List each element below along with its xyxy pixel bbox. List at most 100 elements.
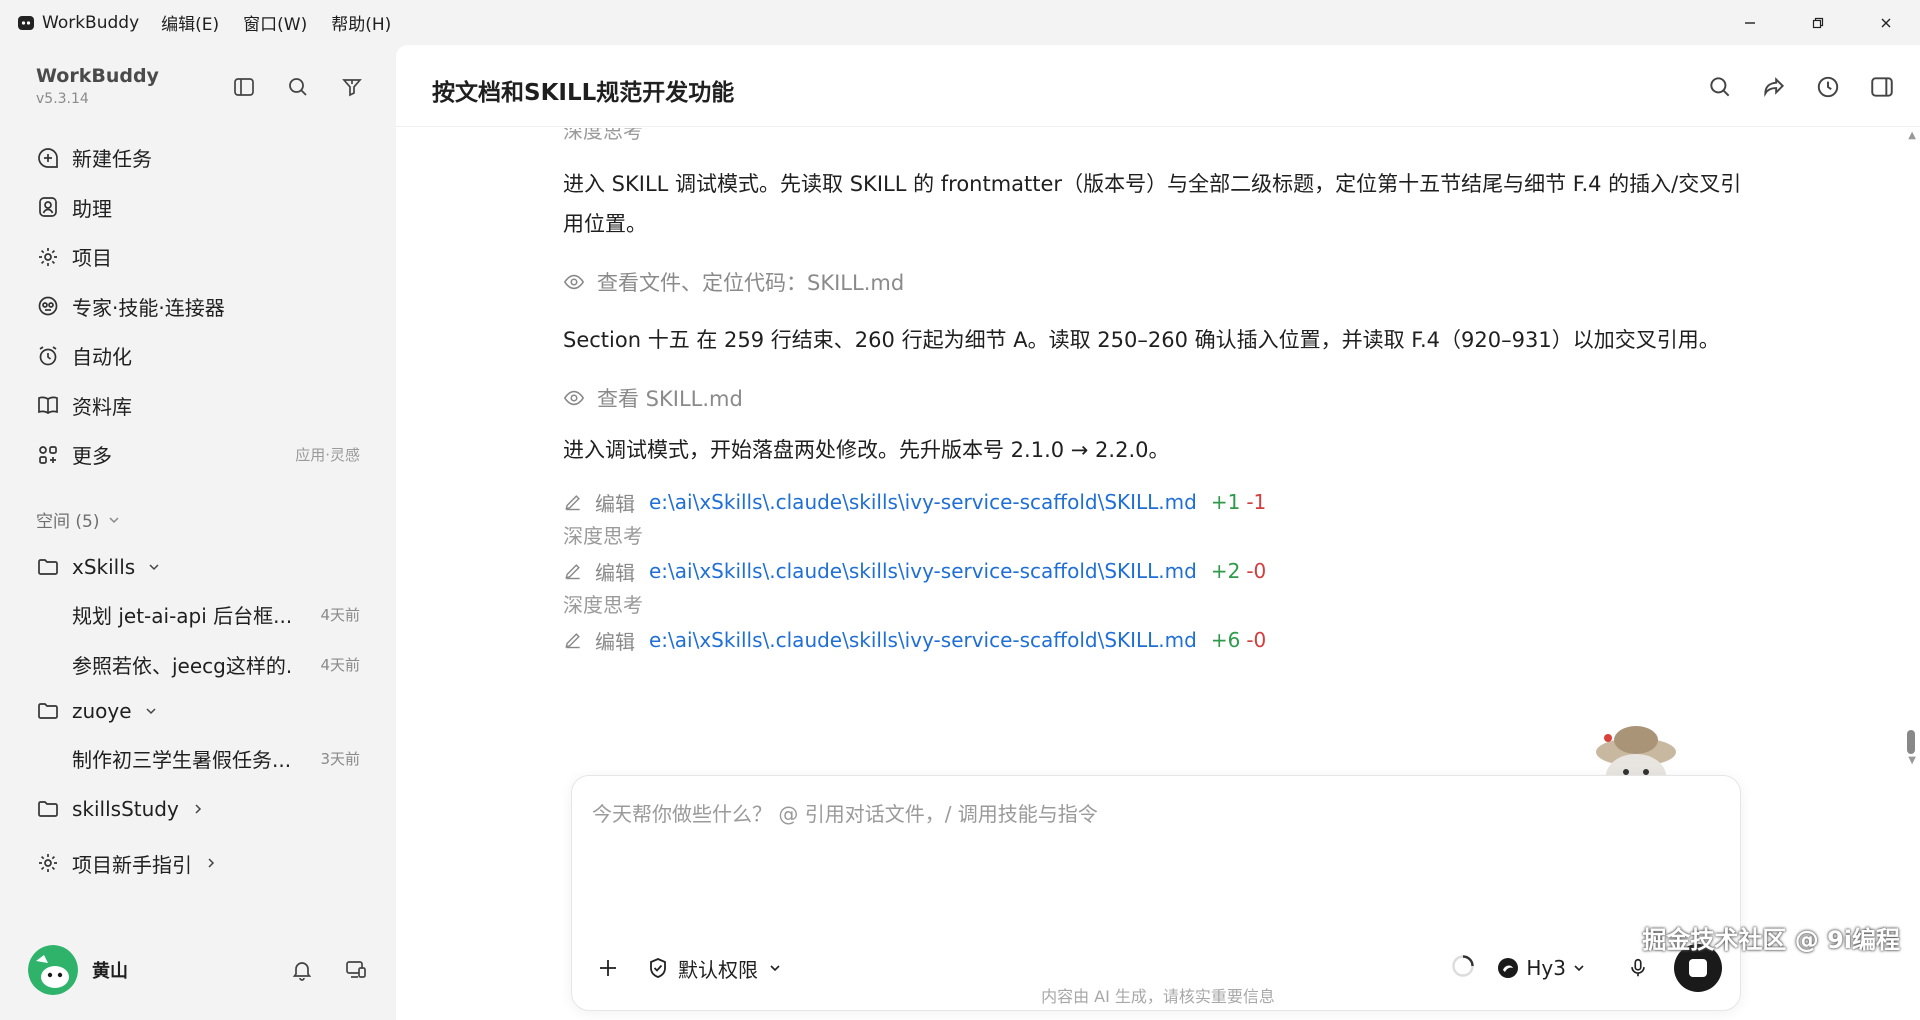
folder-skillsstudy[interactable]: skillsStudy	[26, 787, 370, 831]
nav-label: 更多	[72, 444, 112, 469]
folder-xskills[interactable]: xSkills	[26, 545, 370, 589]
share-button[interactable]	[1760, 73, 1788, 101]
chevron-down-icon	[770, 965, 780, 972]
new-task-icon	[38, 147, 58, 168]
version-label: v5.3.14	[36, 91, 89, 107]
restore-button[interactable]	[1784, 0, 1852, 45]
nav-expert[interactable]: 专家·技能·连接器	[26, 282, 370, 332]
diff-additions: +2	[1210, 559, 1241, 583]
tool-call-view[interactable]: 查看 SKILL.md	[563, 378, 1753, 418]
chevron-down-icon	[109, 516, 120, 523]
scrollbar-thumb[interactable]	[1907, 730, 1915, 754]
task-title: 规划 jet-ai-api 后台框...	[72, 603, 290, 628]
tool-call-text: 查看 SKILL.md	[597, 387, 743, 411]
task-time: 4天前	[320, 655, 360, 674]
window-controls	[1716, 0, 1920, 45]
project-icon	[39, 247, 57, 266]
history-button[interactable]	[1814, 73, 1842, 101]
project-guide[interactable]: 项目新手指引	[26, 841, 370, 885]
close-icon	[1881, 18, 1891, 27]
microphone-icon	[1631, 958, 1645, 977]
close-button[interactable]	[1852, 0, 1920, 45]
nav-new-task[interactable]: 新建任务	[26, 133, 370, 183]
permission-label: 默认权限	[678, 957, 758, 982]
nav-assistant[interactable]: 助理	[26, 183, 370, 233]
scroll-down-arrow[interactable]: ▼	[1908, 755, 1916, 766]
folder-icon	[38, 703, 58, 719]
eye-icon	[563, 390, 585, 406]
ai-disclaimer: 内容由 AI 生成，请核实重要信息	[1041, 987, 1275, 1006]
right-panel-icon	[1871, 77, 1893, 97]
search-button[interactable]	[284, 73, 312, 101]
edit-file-link[interactable]: e:\ai\xSkills\.claude\skills\ivy-service…	[649, 559, 1197, 583]
chevron-down-icon	[149, 564, 159, 571]
nav-library[interactable]: 资料库	[26, 381, 370, 431]
menu-help[interactable]: 帮助(H)	[331, 10, 391, 35]
folder-label: zuoye	[72, 699, 132, 723]
toggle-sidebar-button[interactable]	[230, 73, 258, 101]
folder-label: 项目新手指引	[72, 852, 192, 877]
message-paragraph: 进入调试模式，开始落盘两处修改。先升版本号 2.1.0 → 2.2.0。	[563, 438, 1170, 462]
tool-call-view[interactable]: 查看文件、定位代码：SKILL.md	[563, 262, 1753, 302]
nav-more[interactable]: 更多 应用·灵感	[26, 430, 370, 480]
prompt-input[interactable]	[592, 798, 1712, 858]
bell-icon	[292, 962, 312, 981]
alarm-icon	[39, 346, 57, 366]
voice-input-button[interactable]	[1622, 952, 1654, 984]
conversation-content: 深度思考 进入 SKILL 调试模式。先读取 SKILL 的 frontmatt…	[563, 128, 1753, 660]
menu-window[interactable]: 窗口(W)	[243, 10, 307, 35]
task-time: 4天前	[320, 605, 360, 624]
search-button[interactable]	[1706, 73, 1734, 101]
space-header[interactable]: 空间 (5)	[36, 507, 121, 532]
model-selector[interactable]: Hy3	[1496, 956, 1586, 980]
panel-toggle-button[interactable]	[1868, 73, 1896, 101]
clock-icon	[1817, 76, 1839, 98]
spinner-icon	[1452, 955, 1475, 977]
eye-icon	[563, 274, 585, 290]
space-label: 空间 (5)	[36, 512, 100, 532]
sidebar-tools	[230, 73, 366, 101]
avatar[interactable]	[28, 945, 78, 995]
menu-edit[interactable]: 编辑(E)	[161, 10, 219, 35]
composer: 默认权限 Hy3	[571, 775, 1741, 1011]
assistant-icon	[39, 197, 57, 218]
add-attachment-button[interactable]	[592, 952, 624, 984]
scroll-up-arrow[interactable]: ▲	[1908, 130, 1916, 141]
filter-icon	[342, 79, 362, 97]
permission-dropdown[interactable]: 默认权限	[646, 954, 782, 983]
minimize-button[interactable]	[1716, 0, 1784, 45]
edit-entry: 编辑 e:\ai\xSkills\.claude\skills\ivy-serv…	[563, 482, 1753, 522]
nav-project[interactable]: 项目	[26, 232, 370, 282]
minimize-icon	[1745, 21, 1755, 24]
edit-file-link[interactable]: e:\ai\xSkills\.claude\skills\ivy-service…	[649, 628, 1197, 652]
pencil-icon	[565, 495, 580, 511]
main-header: 按文档和SKILL规范开发功能	[396, 45, 1920, 127]
edit-verb: 编辑	[595, 491, 635, 516]
filter-button[interactable]	[338, 73, 366, 101]
sidebar: WorkBuddy v5.3.14 新建任务 助理 项目 专家·技能·连接器 自…	[0, 45, 396, 1020]
pencil-icon	[565, 564, 580, 580]
app-name: WorkBuddy	[42, 12, 140, 33]
task-item[interactable]: 规划 jet-ai-api 后台框... 4天前	[26, 589, 370, 639]
thinking-label: 深度思考	[563, 593, 643, 617]
folder-zuoye[interactable]: zuoye	[26, 689, 370, 733]
message-paragraph: 进入 SKILL 调试模式。先读取 SKILL 的 frontmatter（版本…	[563, 172, 1742, 236]
folder-label: xSkills	[72, 555, 136, 579]
expert-icon	[38, 296, 58, 316]
nav-label: 专家·技能·连接器	[72, 295, 225, 320]
loading-spinner	[1450, 953, 1476, 983]
task-item[interactable]: 参照若依、jeecg这样的... 4天前	[26, 639, 370, 689]
check-circle-icon	[650, 958, 666, 978]
search-icon	[1710, 77, 1730, 97]
notification-button[interactable]	[288, 956, 316, 984]
model-logo-icon	[1498, 958, 1519, 978]
edit-file-link[interactable]: e:\ai\xSkills\.claude\skills\ivy-service…	[649, 490, 1197, 514]
stop-icon	[1689, 959, 1707, 977]
nav-automation[interactable]: 自动化	[26, 331, 370, 381]
edit-entry: 编辑 e:\ai\xSkills\.claude\skills\ivy-serv…	[563, 620, 1753, 660]
pencil-icon	[565, 633, 580, 649]
book-icon	[38, 396, 58, 415]
task-item[interactable]: 制作初三学生暑假任务... 3天前	[26, 733, 370, 783]
avatar-mascot-icon	[28, 945, 78, 995]
device-button[interactable]	[342, 956, 370, 984]
